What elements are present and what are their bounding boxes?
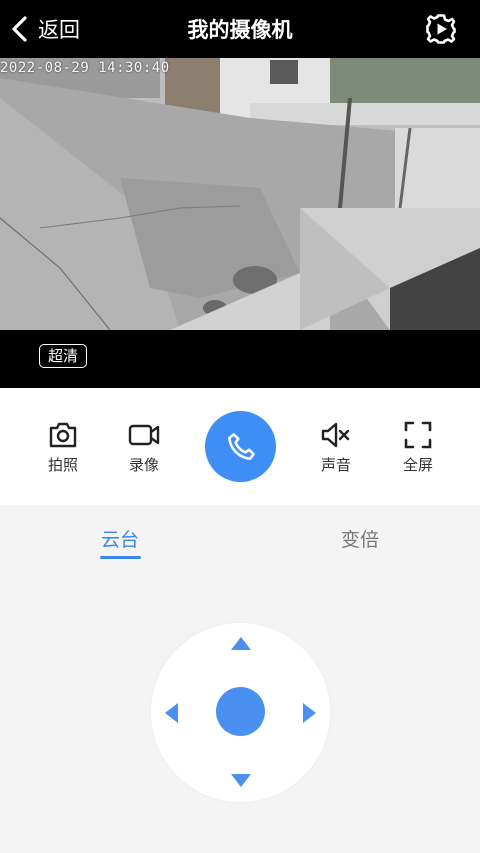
- ptz-center-button[interactable]: [216, 687, 265, 736]
- phone-icon: [227, 432, 255, 460]
- video-timestamp: 2022-08-29 14:30:40: [0, 60, 170, 76]
- camera-feed-image: [0, 58, 480, 330]
- quality-toggle-button[interactable]: 超清: [39, 344, 88, 368]
- settings-icon[interactable]: [424, 12, 458, 46]
- ptz-tabs: 云台 变倍: [0, 505, 480, 565]
- speaker-mute-icon: [321, 422, 350, 448]
- pan-up-arrow-icon[interactable]: [231, 637, 251, 650]
- record-label: 录像: [128, 456, 159, 474]
- fullscreen-button[interactable]: 全屏: [388, 418, 448, 475]
- pan-left-arrow-icon[interactable]: [165, 703, 178, 723]
- sound-button[interactable]: 声音: [306, 418, 366, 475]
- camera-icon: [49, 422, 77, 448]
- top-bar: 返回 我的摄像机: [0, 0, 480, 58]
- page-title: 我的摄像机: [187, 18, 293, 42]
- active-tab-indicator: [100, 556, 141, 559]
- control-bar: 拍照 录像 声音 全屏: [0, 388, 480, 505]
- fullscreen-icon: [404, 421, 432, 449]
- ptz-direction-pad: [151, 623, 330, 802]
- record-button[interactable]: 录像: [114, 418, 174, 475]
- pan-down-arrow-icon[interactable]: [231, 774, 251, 787]
- video-camera-icon: [128, 424, 160, 446]
- tab-zoom[interactable]: 变倍: [320, 525, 400, 552]
- sound-label: 声音: [320, 456, 351, 474]
- video-player[interactable]: 2022-08-29 14:30:40 超清: [0, 58, 480, 388]
- pan-right-arrow-icon[interactable]: [303, 703, 316, 723]
- photo-button[interactable]: 拍照: [33, 418, 93, 475]
- call-button[interactable]: [205, 411, 276, 482]
- fullscreen-label: 全屏: [402, 456, 433, 474]
- tab-ptz[interactable]: 云台: [80, 525, 160, 552]
- photo-label: 拍照: [47, 456, 78, 474]
